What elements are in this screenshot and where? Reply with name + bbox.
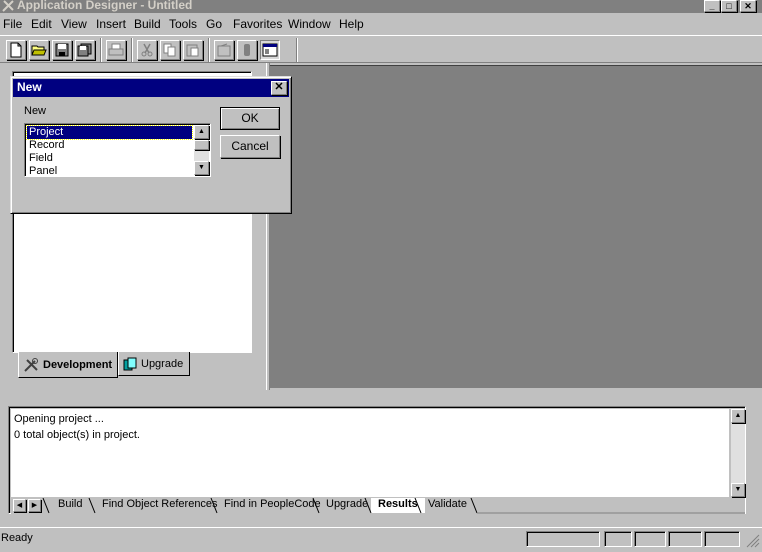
output-tabs: ◀ ▶ Build Find Object References Find in… [11,498,745,514]
menu-view[interactable]: View [61,17,87,31]
list-item-panel[interactable]: Panel [27,165,192,178]
list-scroll-thumb[interactable] [194,140,209,150]
menu-window[interactable]: Window [288,17,331,31]
maximize-button[interactable]: □ [721,0,737,12]
list-item-record[interactable]: Record [27,139,192,152]
upgrade-icon [123,357,137,370]
tab-development-label: Development [43,358,113,371]
status-panel [704,531,740,547]
tab-upgrade-label: Upgrade [141,357,184,370]
list-item-field[interactable]: Field [27,152,192,165]
close-button[interactable]: ✕ [740,0,756,12]
list-scroll-up-button[interactable]: ▲ [194,125,209,139]
toolbar-separator [131,38,133,62]
project-workspace-button[interactable] [260,40,280,60]
print-icon [108,43,124,56]
status-text: Ready [1,532,33,544]
status-panel [634,531,666,547]
copy-icon [163,43,176,57]
output-scrollbar[interactable]: ▲ ▼ [731,409,745,497]
status-panel [526,531,600,547]
save-all-icon [77,43,92,57]
output-text: Opening project ... 0 total object(s) in… [11,409,729,497]
tab-outlines [42,498,745,514]
cut-icon [141,43,153,57]
output-line: 0 total object(s) in project. [14,429,140,441]
paste-icon [186,44,199,57]
tools-icon [24,357,38,372]
window-title: Application Designer - Untitled [17,0,193,12]
menu-help[interactable]: Help [339,17,364,31]
status-panel [604,531,632,547]
save-all-button[interactable] [75,40,95,60]
toolbar [0,35,762,63]
menu-go[interactable]: Go [206,17,222,31]
project-workspace-icon [262,43,278,57]
save-icon [55,43,69,57]
new-button[interactable] [6,40,26,60]
menu-build[interactable]: Build [134,17,161,31]
list-item-project[interactable]: Project [26,125,193,140]
new-list-label: New [24,105,47,117]
dialog-close-button[interactable]: ✕ [271,81,287,95]
new-type-list[interactable]: Project Record Field Panel ▲ ▼ [24,123,211,177]
scroll-down-button[interactable]: ▼ [731,483,745,497]
menu-insert[interactable]: Insert [96,17,126,31]
print-button[interactable] [106,40,126,60]
find-button[interactable] [237,40,257,60]
open-icon [31,45,47,56]
mdi-workspace [270,65,762,388]
menu-tools[interactable]: Tools [169,17,197,31]
list-scrollbar[interactable]: ▲ ▼ [194,125,209,175]
properties-icon [217,43,231,57]
status-bar: Ready [0,527,762,548]
cancel-button[interactable]: Cancel [220,135,280,158]
resize-grip-icon[interactable] [746,534,760,548]
paste-button[interactable] [183,40,203,60]
title-bar: Application Designer - Untitled _ □ ✕ [0,0,762,13]
tab-development[interactable]: Development [18,352,118,378]
save-button[interactable] [52,40,72,60]
menu-file[interactable]: File [3,17,22,31]
new-icon [10,42,22,58]
toolbar-separator [208,38,210,62]
menu-favorites[interactable]: Favorites [233,17,282,31]
scroll-up-button[interactable]: ▲ [731,409,745,423]
output-window: Opening project ... 0 total object(s) in… [8,406,746,514]
ok-button[interactable]: OK [220,107,280,130]
copy-button[interactable] [160,40,180,60]
tab-upgrade[interactable]: Upgrade [118,352,190,376]
menu-edit[interactable]: Edit [31,17,52,31]
dialog-title-bar: New ✕ [13,79,289,97]
cut-button[interactable] [137,40,157,60]
open-button[interactable] [29,40,49,60]
properties-button[interactable] [214,40,234,60]
find-icon [244,44,250,56]
menu-bar: File Edit View Insert Build Tools Go Fav… [0,14,762,33]
toolbar-separator [296,38,298,62]
status-panel [668,531,702,547]
output-line: Opening project ... [14,413,104,425]
dialog-title: New [17,80,42,94]
toolbar-separator [100,38,102,62]
app-icon [2,0,14,12]
list-scroll-down-button[interactable]: ▼ [194,161,209,175]
minimize-button[interactable]: _ [704,0,720,12]
new-dialog: New ✕ New Project Record Field Panel ▲ ▼… [10,76,292,214]
